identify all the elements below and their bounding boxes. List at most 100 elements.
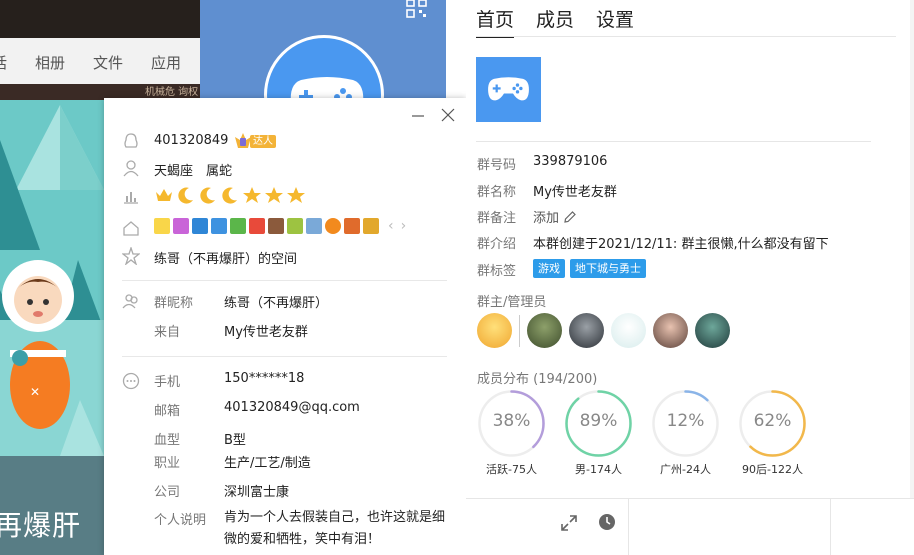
farm-icon[interactable] [230, 218, 246, 234]
wallet-icon[interactable] [363, 218, 379, 234]
stat-age[interactable]: 62% 90后-122人 [738, 389, 807, 477]
pet-icon[interactable] [249, 218, 265, 234]
stat-percent-region: 12% [666, 411, 705, 431]
house-icon [123, 221, 139, 236]
bg-tab-album[interactable]: 相册 [35, 52, 65, 73]
value-group-name: My传世老友群 [533, 185, 617, 200]
level-chart-icon [124, 192, 138, 204]
member-distribution-stats: 38% 活跃-75人 89% 男-174人 12% 广州-24人 62% 90后… [477, 389, 807, 477]
admin-avatars [477, 313, 730, 348]
crown-icon [156, 189, 172, 201]
toolbar-divider [830, 498, 831, 555]
more-dots-icon [122, 372, 140, 390]
stat-caption-age: 90后-122人 [742, 463, 803, 476]
section-divider [122, 280, 447, 281]
next-arrow-icon[interactable]: › [401, 218, 407, 234]
field-label-company: 公司 [154, 485, 181, 500]
cow-icon[interactable] [268, 218, 284, 234]
bg-tab-files[interactable]: 文件 [93, 52, 123, 73]
window-edge [910, 0, 914, 498]
gamepad-icon [488, 77, 529, 101]
bg-tab-apps[interactable]: 应用 [151, 52, 181, 73]
tag-game[interactable]: 游戏 [533, 259, 565, 278]
admin-avatar[interactable] [611, 313, 646, 348]
penguin-icon [124, 133, 138, 148]
distribution-count: (194/200) [533, 372, 598, 387]
field-label-email: 邮箱 [154, 404, 181, 419]
tab-settings[interactable]: 设置 [596, 5, 634, 32]
add-remark-link[interactable]: 添加 [533, 207, 577, 226]
background-tab-bar: 话 相册 文件 应用 [0, 38, 200, 84]
tab-home[interactable]: 首页 [476, 5, 515, 38]
star-icon [265, 187, 283, 203]
label-group-tags: 群标签 [477, 264, 517, 279]
add-remark-label: 添加 [533, 211, 560, 226]
admin-avatar[interactable] [527, 313, 562, 348]
stat-active[interactable]: 38% 活跃-75人 [477, 389, 546, 477]
profile-cover-illustration: ✕ 再爆肝 [0, 100, 104, 555]
person-icon [123, 160, 139, 177]
qq-number: 401320849 [154, 133, 229, 148]
field-value-phone: 150******18 [224, 371, 305, 386]
star-icon [287, 187, 305, 203]
field-label-phone: 手机 [154, 375, 181, 390]
stat-caption-region: 广州-24人 [660, 463, 711, 476]
field-value-from[interactable]: My传世老友群 [224, 321, 308, 340]
minimize-icon[interactable] [411, 108, 425, 122]
label-group-number: 群号码 [477, 158, 517, 173]
field-value-blood-type: B型 [224, 433, 246, 448]
cover-nickname-text: 再爆肝 [0, 509, 82, 542]
shield-icon[interactable] [211, 218, 227, 234]
clock-icon[interactable] [598, 513, 616, 531]
stat-caption-male: 男-174人 [575, 463, 622, 476]
value-group-number: 339879106 [533, 154, 608, 169]
service-icons-row: ‹ › [154, 218, 406, 234]
daren-badge-label: 达人 [250, 135, 276, 148]
label-group-name: 群名称 [477, 185, 517, 200]
photo-icon[interactable] [192, 218, 208, 234]
field-label-occupation: 职业 [154, 456, 181, 471]
group-members-icon [122, 294, 138, 309]
bg-tab-chat[interactable]: 话 [0, 52, 7, 73]
star-outline-icon [122, 247, 140, 265]
avatar-show-icon[interactable] [344, 218, 360, 234]
stat-percent-male: 89% [579, 411, 618, 431]
field-value-email[interactable]: 401320849@qq.com [224, 400, 360, 415]
close-icon[interactable] [441, 108, 455, 122]
moon-icon [222, 187, 237, 204]
group-logo[interactable] [476, 57, 541, 122]
pencil-icon [564, 211, 577, 223]
tab-members[interactable]: 成员 [536, 5, 574, 32]
qzone-link[interactable]: 练哥（不再爆肝）的空间 [154, 248, 297, 267]
vip-star-icon[interactable] [154, 218, 170, 234]
mail-icon[interactable] [306, 218, 322, 234]
label-group-intro: 群介绍 [477, 237, 517, 252]
game-center-icon[interactable] [325, 218, 341, 234]
admin-separator [519, 314, 520, 347]
admin-avatar[interactable] [695, 313, 730, 348]
qr-code-icon[interactable] [406, 0, 428, 18]
zodiac-sign: 天蝎座 [154, 164, 194, 179]
qq-level-icons[interactable] [154, 186, 306, 204]
toolbar-divider [628, 498, 629, 555]
prev-arrow-icon[interactable]: ‹ [388, 218, 394, 234]
field-label-bio: 个人说明 [154, 513, 207, 528]
admin-avatar[interactable] [569, 313, 604, 348]
field-value-group-nickname: 练哥（不再爆肝） [224, 296, 329, 311]
value-group-intro: 本群创建于2021/12/11: 群主很懒,什么都没有留下 [533, 237, 829, 252]
stat-percent-active: 38% [492, 411, 531, 431]
stat-male[interactable]: 89% 男-174人 [564, 389, 633, 477]
field-label-group-nickname: 群昵称 [154, 296, 194, 311]
app-store-icon[interactable] [173, 218, 189, 234]
tag-dnf[interactable]: 地下城与勇士 [570, 259, 646, 278]
field-value-company: 深圳富士康 [224, 485, 290, 500]
label-group-remark: 群备注 [477, 211, 517, 226]
moon-icon [200, 187, 215, 204]
music-icon[interactable] [287, 218, 303, 234]
admin-avatar-owner[interactable] [477, 313, 512, 348]
admin-avatar[interactable] [653, 313, 688, 348]
expand-icon[interactable] [560, 514, 578, 532]
winter-scene-icon: ✕ [0, 105, 104, 456]
stat-region[interactable]: 12% 广州-24人 [651, 389, 720, 477]
field-value-bio: 肯为一个人去假装自己，也许这就是细微的爱和牺牲，笑中有泪！ [224, 510, 446, 547]
